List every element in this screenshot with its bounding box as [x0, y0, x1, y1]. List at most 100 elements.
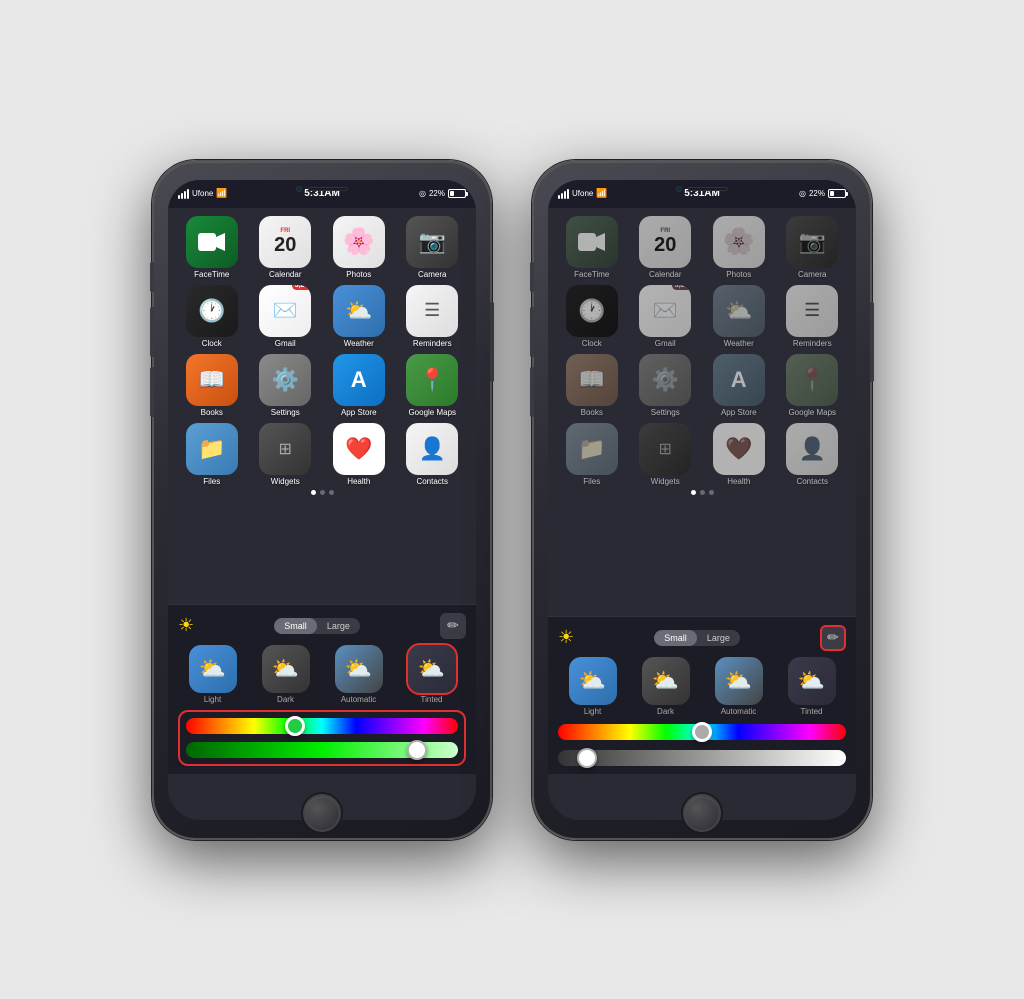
size-small-btn-right[interactable]: Small: [654, 630, 697, 646]
wifi-icon-right: 📶: [596, 188, 607, 199]
app-gmail[interactable]: ✉️ 3,272 Gmail: [252, 285, 320, 348]
size-large-btn-left[interactable]: Large: [317, 618, 360, 634]
mute-button[interactable]: [150, 262, 154, 292]
style-dark-left[interactable]: ⛅ Dark: [251, 645, 320, 704]
books-icon: 📖: [186, 354, 238, 406]
hue-slider-row-left: [186, 718, 458, 734]
style-dark-right[interactable]: ⛅ Dark: [631, 657, 700, 716]
hue-track-left[interactable]: [186, 718, 458, 734]
brightness-thumb-left[interactable]: [407, 740, 427, 760]
app-facetime[interactable]: FaceTime: [178, 216, 246, 279]
app-books[interactable]: 📖 Books: [178, 354, 246, 417]
volume-down-button[interactable]: [150, 367, 154, 417]
style-dark-label-left: Dark: [277, 695, 294, 704]
speaker: [308, 187, 348, 191]
settings-icon: ⚙️: [259, 354, 311, 406]
hue-thumb-left[interactable]: [285, 716, 305, 736]
eyedropper-btn-right[interactable]: ✏: [820, 625, 846, 651]
style-auto-left[interactable]: ⛅ Automatic: [324, 645, 393, 704]
app-camera-r[interactable]: 📷 Camera: [779, 216, 847, 279]
app-maps[interactable]: 📍 Google Maps: [399, 354, 467, 417]
style-light-right[interactable]: ⛅ Light: [558, 657, 627, 716]
style-tinted-label-left: Tinted: [421, 695, 443, 704]
style-dark-label-right: Dark: [657, 707, 674, 716]
files-label: Files: [203, 477, 220, 486]
style-light-left[interactable]: ⛅ Light: [178, 645, 247, 704]
app-settings[interactable]: ⚙️ Settings: [252, 354, 320, 417]
facetime-label: FaceTime: [194, 270, 229, 279]
calendar-label: Calendar: [269, 270, 301, 279]
weather-icon-r: ⛅: [713, 285, 765, 337]
home-button-right[interactable]: [683, 794, 721, 832]
brightness-slider-row-right: [558, 750, 846, 766]
app-calendar[interactable]: FRI 20 Calendar: [252, 216, 320, 279]
app-health[interactable]: ❤️ Health: [325, 423, 393, 486]
maps-label: Google Maps: [408, 408, 456, 417]
style-light-icon-right: ⛅: [569, 657, 617, 705]
volume-up-button[interactable]: [150, 307, 154, 357]
app-clock-r[interactable]: 🕐 Clock: [558, 285, 626, 348]
app-calendar-r[interactable]: FRI 20 Calendar: [632, 216, 700, 279]
gmail-icon: ✉️ 3,272: [259, 285, 311, 337]
app-contacts-r[interactable]: 👤 Contacts: [779, 423, 847, 486]
style-light-label-right: Light: [584, 707, 601, 716]
eyedropper-btn-left[interactable]: ✏: [440, 613, 466, 639]
size-toggle-left[interactable]: Small Large: [274, 618, 360, 634]
style-auto-right[interactable]: ⛅ Automatic: [704, 657, 773, 716]
app-settings-r[interactable]: ⚙️ Settings: [632, 354, 700, 417]
brightness-track-left[interactable]: [186, 742, 458, 758]
style-tinted-label-right: Tinted: [801, 707, 823, 716]
app-more1-r[interactable]: ⊞ Widgets: [632, 423, 700, 486]
app-facetime-r[interactable]: FaceTime: [558, 216, 626, 279]
app-files[interactable]: 📁 Files: [178, 423, 246, 486]
brightness-track-right[interactable]: [558, 750, 846, 766]
facetime-icon: [186, 216, 238, 268]
health-icon-r: ❤️: [713, 423, 765, 475]
page-dot-1-r: [691, 490, 696, 495]
style-tinted-right[interactable]: ⛅ Tinted: [777, 657, 846, 716]
app-files-r[interactable]: 📁 Files: [558, 423, 626, 486]
brightness-thumb-right[interactable]: [577, 748, 597, 768]
color-sliders-left: [178, 710, 466, 766]
app-appstore-r[interactable]: A App Store: [705, 354, 773, 417]
app-contacts[interactable]: 👤 Contacts: [399, 423, 467, 486]
app-weather[interactable]: ⛅ Weather: [325, 285, 393, 348]
size-toggle-right[interactable]: Small Large: [654, 630, 740, 646]
hue-thumb-right[interactable]: [692, 722, 712, 742]
volume-down-button-right[interactable]: [530, 367, 534, 417]
power-button[interactable]: [490, 302, 494, 382]
phone-body-right: Ufone 📶 5:31AM ◎ 22%: [532, 160, 872, 840]
app-gmail-r[interactable]: ✉️ 3,272 Gmail: [632, 285, 700, 348]
size-small-btn-left[interactable]: Small: [274, 618, 317, 634]
speaker-right: [688, 187, 728, 191]
maps-label-r: Google Maps: [788, 408, 836, 417]
reminders-label-r: Reminders: [793, 339, 832, 348]
hue-track-right[interactable]: [558, 724, 846, 740]
app-camera[interactable]: 📷 Camera: [399, 216, 467, 279]
volume-up-button-right[interactable]: [530, 307, 534, 357]
page-dots-right: [554, 490, 850, 495]
home-button-left[interactable]: [303, 794, 341, 832]
app-weather-r[interactable]: ⛅ Weather: [705, 285, 773, 348]
app-health-r[interactable]: ❤️ Health: [705, 423, 773, 486]
size-large-btn-right[interactable]: Large: [697, 630, 740, 646]
page-dot-2-r: [700, 490, 705, 495]
screen-right: Ufone 📶 5:31AM ◎ 22%: [548, 180, 856, 820]
left-phone: Ufone 📶 5:31AM ◎ 22%: [152, 160, 492, 840]
app-photos-r[interactable]: 🌸 Photos: [705, 216, 773, 279]
style-tinted-left[interactable]: ⛅ Tinted: [397, 645, 466, 704]
app-more1[interactable]: ⊞ Widgets: [252, 423, 320, 486]
app-maps-r[interactable]: 📍 Google Maps: [779, 354, 847, 417]
more1-label-r: Widgets: [651, 477, 680, 486]
reminders-icon-r: ☰: [786, 285, 838, 337]
app-photos[interactable]: 🌸 Photos: [325, 216, 393, 279]
app-books-r[interactable]: 📖 Books: [558, 354, 626, 417]
power-button-right[interactable]: [870, 302, 874, 382]
app-appstore[interactable]: A App Store: [325, 354, 393, 417]
more1-icon: ⊞: [259, 423, 311, 475]
app-reminders[interactable]: ☰ Reminders: [399, 285, 467, 348]
mute-button-right[interactable]: [530, 262, 534, 292]
app-reminders-r[interactable]: ☰ Reminders: [779, 285, 847, 348]
app-clock[interactable]: 🕐 Clock: [178, 285, 246, 348]
location-icon-right: ◎: [799, 189, 806, 198]
